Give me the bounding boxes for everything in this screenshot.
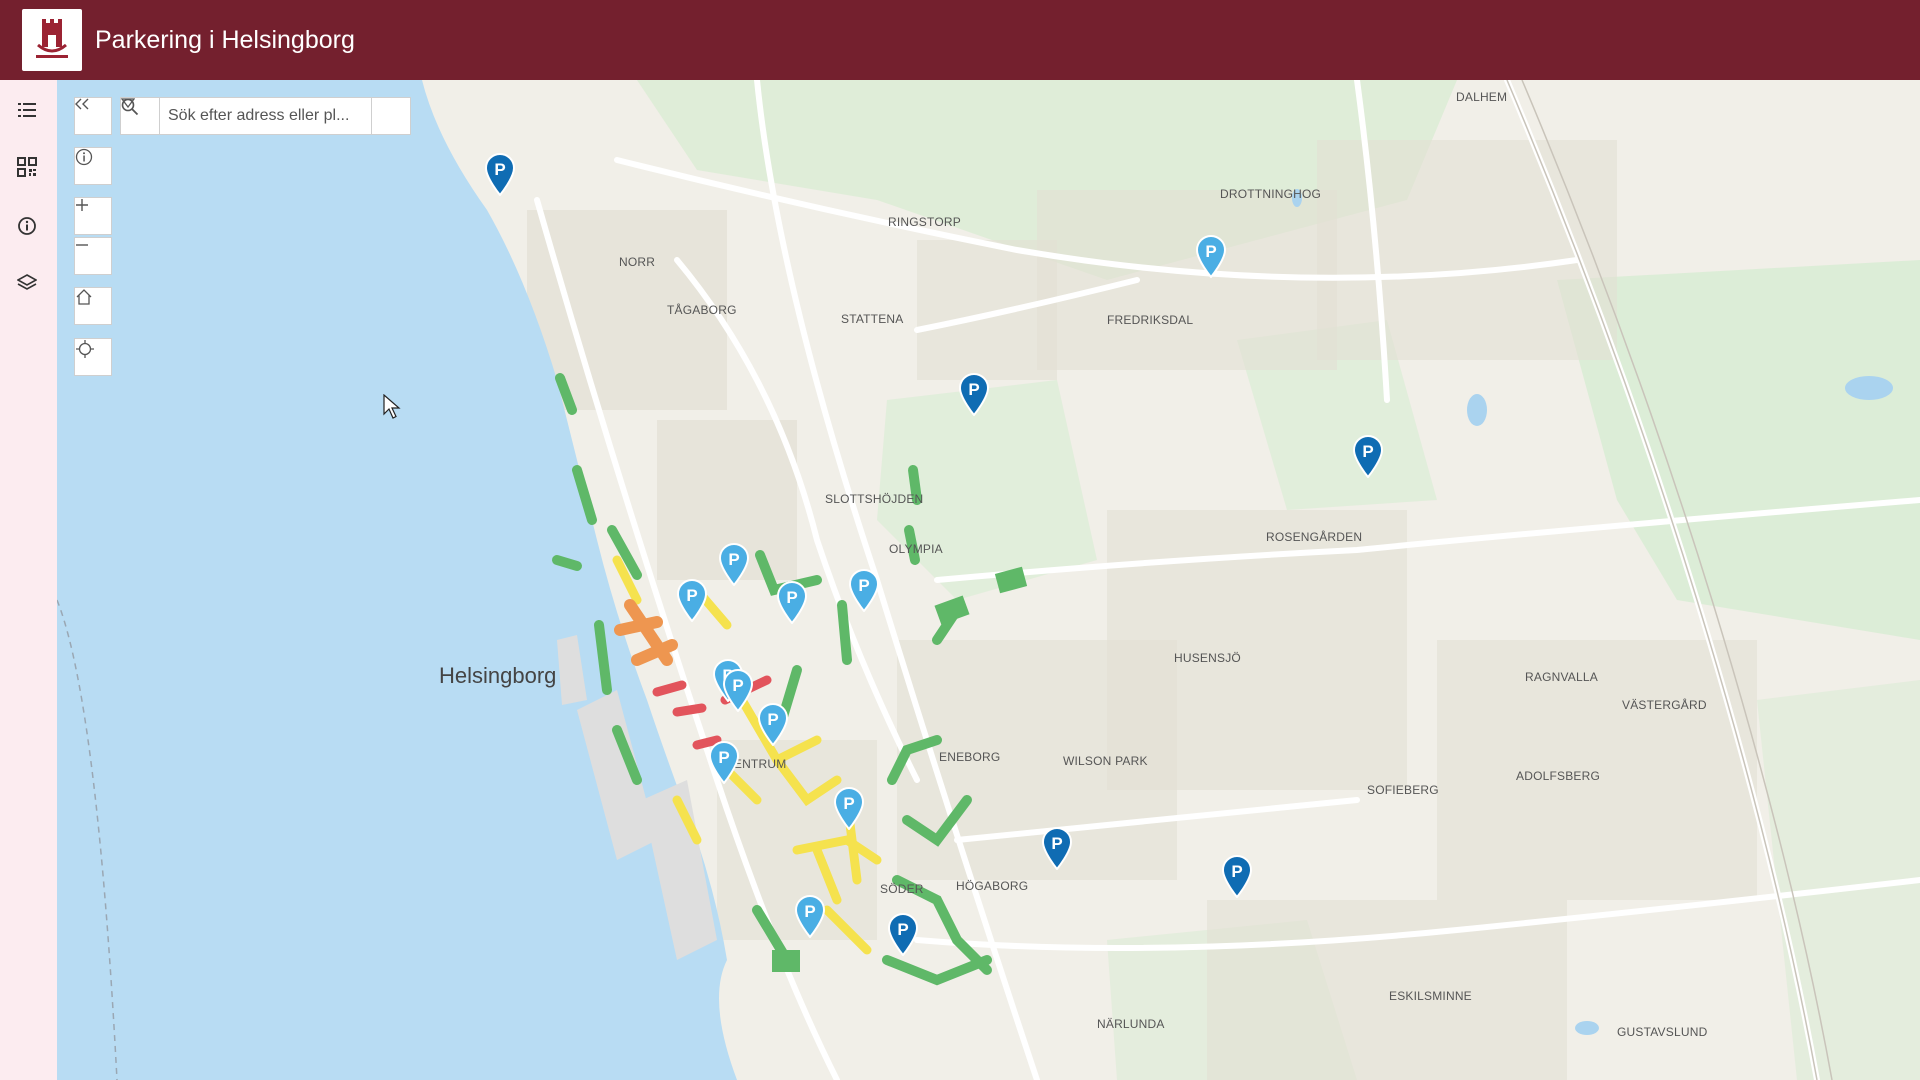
minus-icon <box>76 244 88 246</box>
search-icon <box>121 98 139 116</box>
qr-code-icon <box>17 157 37 177</box>
home-icon <box>76 289 92 305</box>
info-icon <box>18 217 36 235</box>
svg-text:P: P <box>858 576 869 595</box>
zoom-out-button[interactable] <box>74 237 112 275</box>
parking-pin-icon[interactable]: P <box>1351 434 1385 478</box>
svg-text:P: P <box>718 748 729 767</box>
place-label-ragnvalla: RAGNVALLA <box>1525 670 1598 684</box>
info-button[interactable] <box>12 211 42 241</box>
place-label-hogaborg: HÖGABORG <box>956 879 1029 893</box>
map-info-button[interactable] <box>74 147 112 185</box>
svg-text:P: P <box>1205 242 1216 261</box>
search-button[interactable] <box>121 98 410 134</box>
place-label-rosengarden: ROSENGÅRDEN <box>1266 530 1363 544</box>
qr-code-button[interactable] <box>12 152 42 182</box>
svg-text:P: P <box>767 710 778 729</box>
list-icon <box>18 103 36 117</box>
map-canvas[interactable] <box>57 80 1920 1080</box>
place-label-adolfsberg: ADOLFSBERG <box>1516 769 1601 783</box>
svg-text:P: P <box>728 550 739 569</box>
parking-pin-icon[interactable]: P <box>957 372 991 416</box>
place-label-tagaborg: TÅGABORG <box>667 303 737 317</box>
svg-text:P: P <box>1231 862 1242 881</box>
place-label-husensjo: HUSENSJÖ <box>1174 651 1241 665</box>
place-label-soder: SÖDER <box>880 882 924 896</box>
parking-pin-icon[interactable]: P <box>775 580 809 624</box>
place-label-drottninghog: DROTTNINGHOG <box>1220 187 1322 201</box>
parking-pin-icon[interactable]: P <box>707 740 741 784</box>
list-button[interactable] <box>12 95 42 125</box>
place-label-norr: NORR <box>619 255 656 269</box>
place-label-gustavslund: GUSTAVSLUND <box>1617 1025 1708 1039</box>
double-chevron-left-icon <box>75 98 89 110</box>
parking-pin-icon[interactable]: P <box>483 152 517 196</box>
crosshair-icon <box>76 340 94 358</box>
svg-text:P: P <box>1051 834 1062 853</box>
parking-pin-icon[interactable]: P <box>1194 234 1228 278</box>
parking-zone-green-area <box>772 950 800 972</box>
parking-pin-icon[interactable]: P <box>756 702 790 746</box>
place-label-ringstorp: RINGSTORP <box>888 215 961 229</box>
place-label-olympia: OLYMPIA <box>889 542 943 556</box>
place-label-eneborg: ENEBORG <box>939 750 1001 764</box>
city-logo[interactable] <box>22 9 82 71</box>
layers-button[interactable] <box>12 268 42 298</box>
parking-pin-icon[interactable]: P <box>717 542 751 586</box>
svg-text:P: P <box>897 920 908 939</box>
svg-text:P: P <box>686 586 697 605</box>
place-label-narlunda: NÄRLUNDA <box>1097 1017 1165 1031</box>
map-view[interactable]: DALHEM DROTTNINGHOG RINGSTORP NORR TÅGAB… <box>57 80 1920 1080</box>
app-title: Parkering i Helsingborg <box>95 25 355 54</box>
parking-pin-icon[interactable]: P <box>1040 826 1074 870</box>
parking-pin-icon[interactable]: P <box>721 668 755 712</box>
place-label-sofieberg: SOFIEBERG <box>1367 783 1439 797</box>
sidebar <box>0 80 58 1080</box>
place-label-stattena: STATTENA <box>841 312 904 326</box>
info-icon <box>75 148 93 166</box>
search-bar <box>120 97 411 135</box>
svg-text:P: P <box>1362 442 1373 461</box>
layers-icon <box>17 274 37 290</box>
svg-text:P: P <box>732 676 743 695</box>
place-label-eskilsminne: ESKILSMINNE <box>1389 989 1472 1003</box>
search-input[interactable] <box>160 107 371 125</box>
coat-of-arms-icon <box>36 19 68 58</box>
header-bar: Parkering i Helsingborg <box>0 0 1920 80</box>
collapse-panel-button[interactable] <box>74 97 112 135</box>
app-window: Parkering i Helsingborg DALHEM DROTTNING… <box>0 0 1920 1080</box>
plus-icon <box>76 199 88 211</box>
zoom-in-button[interactable] <box>74 197 112 235</box>
place-label-fredriksdal: FREDRIKSDAL <box>1107 313 1194 327</box>
parking-pin-icon[interactable]: P <box>1220 854 1254 898</box>
home-button[interactable] <box>74 287 112 325</box>
place-label-wilsonpark: WILSON PARK <box>1063 754 1148 768</box>
parking-pin-icon[interactable]: P <box>832 786 866 830</box>
parking-pin-icon[interactable]: P <box>675 578 709 622</box>
svg-text:P: P <box>968 380 979 399</box>
svg-text:P: P <box>804 902 815 921</box>
city-label: Helsingborg <box>439 663 557 688</box>
parking-pin-icon[interactable]: P <box>847 568 881 612</box>
locate-button[interactable] <box>74 338 112 376</box>
svg-text:P: P <box>494 160 505 179</box>
parking-pin-icon[interactable]: P <box>886 912 920 956</box>
place-label-slottshojden: SLOTTSHÖJDEN <box>825 492 924 506</box>
place-label-dalhem: DALHEM <box>1456 90 1508 104</box>
svg-text:P: P <box>843 794 854 813</box>
svg-text:P: P <box>786 588 797 607</box>
parking-pin-icon[interactable]: P <box>793 894 827 938</box>
place-label-vastergard: VÄSTERGÅRD <box>1622 698 1707 712</box>
